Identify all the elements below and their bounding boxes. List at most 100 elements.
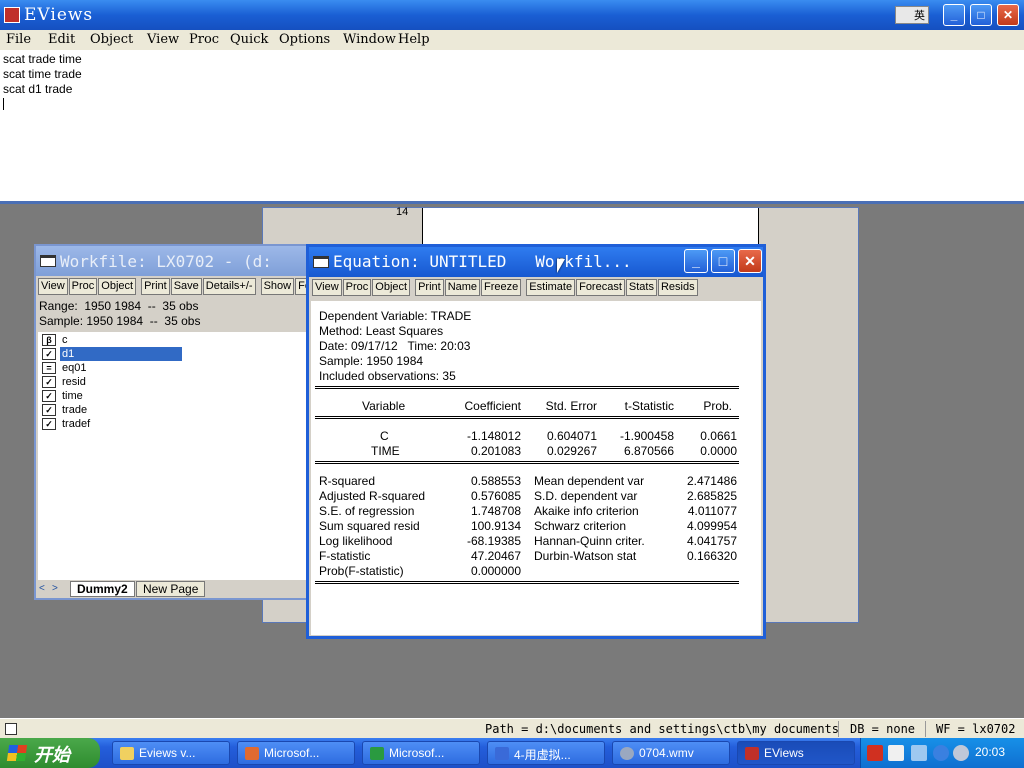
help-icon[interactable] (888, 745, 904, 761)
taskbar-item-excel[interactable]: Microsof... (362, 741, 480, 765)
task-label: Microsof... (264, 746, 320, 760)
taskbar-item-powerpoint[interactable]: Microsof... (237, 741, 355, 765)
eq-proc-button[interactable]: Proc (342, 279, 372, 296)
eq-view-button[interactable]: View (312, 279, 342, 296)
eq-estimate-button[interactable]: Estimate (526, 279, 576, 296)
menu-object[interactable]: Object (90, 32, 133, 47)
task-label: 4-用虚拟... (514, 748, 571, 762)
list-item[interactable]: ✓ tradef (40, 417, 182, 431)
wf-details-button[interactable]: Details+/- (202, 278, 256, 295)
object-name: trade (62, 404, 88, 416)
workfile-range[interactable]: Range: 1950 1984 -- 35 obs (39, 299, 198, 313)
volume-icon[interactable] (953, 745, 969, 761)
estimation-date: Date: 09/17/12 Time: 20:03 (319, 339, 471, 353)
eq-print-button[interactable]: Print (415, 279, 444, 296)
list-item[interactable]: ✓ time (40, 389, 182, 403)
close-button[interactable]: ✕ (997, 4, 1019, 26)
app-title: EViews (24, 5, 94, 25)
status-workfile[interactable]: WF = lx0702 (936, 722, 1015, 736)
list-item[interactable]: β c (40, 333, 182, 347)
taskbar-item-eviews-folder[interactable]: Eviews v... (112, 741, 230, 765)
maximize-button[interactable]: □ (970, 4, 992, 26)
eq-freeze-button[interactable]: Freeze (481, 279, 522, 296)
task-label: EViews (764, 746, 804, 760)
menu-proc[interactable]: Proc (189, 32, 219, 47)
menu-view[interactable]: View (147, 32, 179, 47)
eq-close-button[interactable]: ✕ (738, 249, 762, 273)
network-icon[interactable] (911, 745, 927, 761)
back-arrow-icon[interactable] (933, 745, 949, 761)
list-item[interactable]: = eq01 (40, 361, 182, 375)
taskbar-item-media-player[interactable]: 0704.wmv (612, 741, 730, 765)
object-name: time (62, 390, 83, 402)
workfile-sample[interactable]: Sample: 1950 1984 -- 35 obs (39, 314, 200, 328)
list-item[interactable]: ✓ resid (40, 375, 182, 389)
workfile-object-list[interactable]: β c ✓ d1 = eq01 ✓ resid ✓ time ✓ trade ✓… (38, 332, 310, 580)
tab-dummy2[interactable]: Dummy2 (70, 581, 135, 597)
taskbar-item-word[interactable]: 4-用虚拟... (487, 741, 605, 765)
window-icon[interactable] (313, 256, 329, 268)
graph-tick-label: 14 (396, 206, 409, 218)
system-tray: 20:03 (860, 738, 1024, 768)
stat-value: 1.748708 (470, 504, 521, 518)
tray-app-icon[interactable] (867, 745, 883, 761)
stat-value: 2.471486 (686, 474, 737, 488)
list-item[interactable]: ✓ d1 (40, 347, 182, 361)
ime-indicator[interactable]: 英 (895, 6, 929, 24)
equation-title-bar[interactable]: Equation: UNTITLED Workfil... _ □ ✕ (309, 247, 763, 277)
task-label: 0704.wmv (639, 746, 694, 760)
minimize-button[interactable]: _ (943, 4, 965, 26)
media-player-icon (620, 747, 634, 760)
wf-show-button[interactable]: Show (260, 278, 295, 295)
coef-variable: C (380, 429, 389, 443)
stat-label: Akaike info criterion (534, 504, 639, 518)
eq-maximize-button[interactable]: □ (711, 249, 735, 273)
start-button[interactable]: 开始 (0, 738, 100, 768)
menu-options[interactable]: Options (279, 32, 330, 47)
table-rule (315, 386, 739, 389)
eq-name-button[interactable]: Name (444, 279, 481, 296)
tab-scroll-left-icon[interactable]: < (39, 583, 45, 594)
window-icon[interactable] (40, 255, 56, 267)
status-path[interactable]: Path = d:\documents and settings\ctb\my … (485, 722, 839, 736)
eq-minimize-button[interactable]: _ (684, 249, 708, 273)
equation-toolbar: View Proc Object Print Name Freeze Estimate For… (312, 279, 699, 299)
eq-stats-button[interactable]: Stats (625, 279, 657, 296)
tab-scroll-right-icon[interactable]: > (52, 583, 58, 594)
eviews-icon[interactable] (4, 7, 20, 23)
menu-quick[interactable]: Quick (230, 32, 268, 47)
command-window[interactable]: scat trade time scat time trade scat d1 … (0, 50, 1024, 204)
menu-edit[interactable]: Edit (48, 32, 75, 47)
eq-resids-button[interactable]: Resids (657, 279, 698, 296)
taskbar-item-eviews[interactable]: EViews (737, 741, 855, 765)
status-db[interactable]: DB = none (850, 722, 915, 736)
clock[interactable]: 20:03 (975, 745, 1005, 759)
wf-print-button[interactable]: Print (141, 278, 170, 295)
coef-variable: TIME (371, 444, 400, 458)
eq-object-button[interactable]: Object (372, 279, 411, 296)
menu-window[interactable]: Window (343, 32, 396, 47)
object-name: d1 (60, 347, 182, 361)
wf-object-button[interactable]: Object (98, 278, 137, 295)
workfile-window[interactable]: Workfile: LX0702 - (d: View Proc Object Pri… (34, 244, 324, 600)
tab-new-page[interactable]: New Page (136, 581, 206, 597)
column-header: Coefficient (464, 399, 521, 413)
estimation-output[interactable]: Dependent Variable: TRADE Method: Least … (311, 301, 761, 635)
workfile-title-bar[interactable]: Workfile: LX0702 - (d: (36, 246, 322, 276)
coef-stderr: 0.604071 (546, 429, 597, 443)
status-checkbox[interactable] (5, 723, 17, 735)
eq-forecast-button[interactable]: Forecast (576, 279, 625, 296)
table-rule (315, 416, 739, 419)
wf-save-button[interactable]: Save (170, 278, 202, 295)
series-icon: ✓ (42, 404, 56, 416)
wf-proc-button[interactable]: Proc (68, 278, 98, 295)
menu-help[interactable]: Help (398, 32, 430, 47)
stat-value: -68.19385 (466, 534, 521, 548)
wf-view-button[interactable]: View (38, 278, 68, 295)
menu-file[interactable]: File (6, 32, 31, 47)
command-line: scat trade time (3, 52, 82, 66)
command-line: scat time trade (3, 67, 82, 81)
coef-value: -1.148012 (466, 429, 521, 443)
list-item[interactable]: ✓ trade (40, 403, 182, 417)
equation-window[interactable]: Equation: UNTITLED Workfil... _ □ ✕ View… (306, 244, 766, 639)
